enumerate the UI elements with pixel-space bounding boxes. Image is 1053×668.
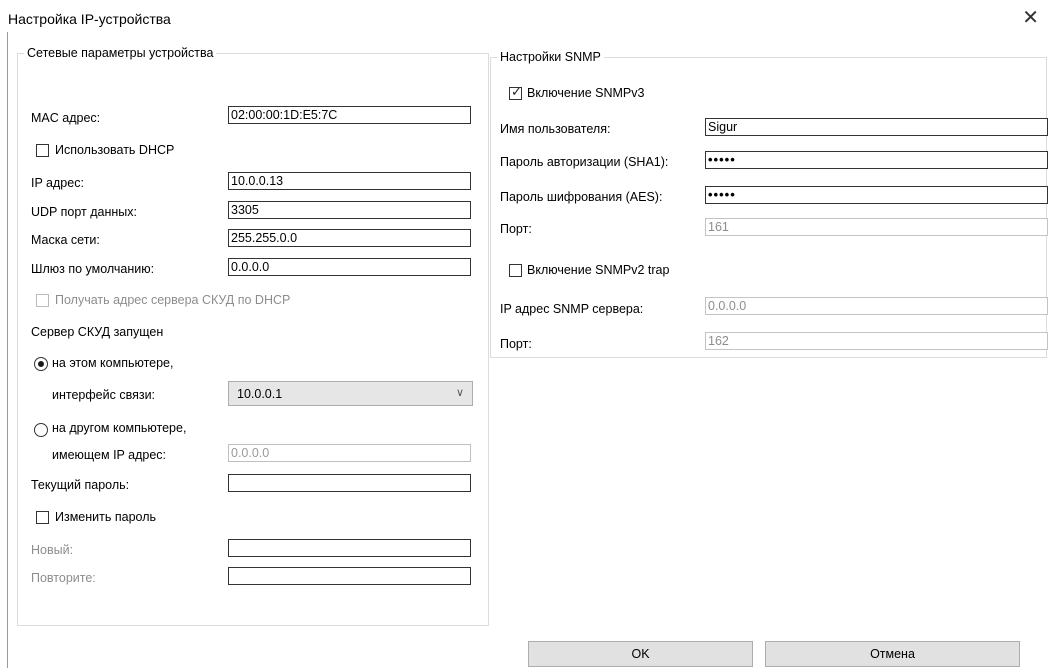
- snmp-user-label: Имя пользователя:: [500, 122, 611, 136]
- change-password-label[interactable]: Изменить пароль: [55, 510, 156, 524]
- snmp-user-field[interactable]: [705, 118, 1048, 136]
- dhcp-checkbox[interactable]: [36, 144, 49, 157]
- repeat-password-label: Повторите:: [31, 571, 96, 585]
- close-icon[interactable]: ✕: [1022, 6, 1039, 30]
- current-password-field[interactable]: [228, 474, 471, 492]
- snmp-port-field[interactable]: [705, 218, 1048, 236]
- interface-select-value: 10.0.0.1: [237, 387, 283, 401]
- snmp-group-legend: Настройки SNMP: [500, 50, 601, 64]
- snmpv3-label[interactable]: Включение SNMPv3: [527, 86, 644, 100]
- ip-label: IP адрес:: [31, 176, 84, 190]
- other-ip-label: имеющем IP адрес:: [52, 448, 166, 462]
- window-left-border: [7, 32, 8, 668]
- other-pc-label[interactable]: на другом компьютере,: [52, 421, 186, 435]
- this-pc-radio[interactable]: [34, 357, 48, 371]
- snmp-port-label: Порт:: [500, 222, 532, 236]
- ok-button[interactable]: OK: [528, 641, 753, 667]
- window-title: Настройка IP-устройства: [8, 11, 171, 27]
- repeat-password-field[interactable]: [228, 567, 471, 585]
- gateway-label: Шлюз по умолчанию:: [31, 262, 155, 276]
- current-password-label: Текущий пароль:: [31, 478, 130, 492]
- dhcp-label[interactable]: Использовать DHCP: [55, 143, 174, 157]
- cancel-button[interactable]: Отмена: [765, 641, 1020, 667]
- snmp-enc-password-field[interactable]: •••••: [705, 186, 1048, 204]
- udp-port-field[interactable]: [228, 201, 471, 219]
- mac-label: MAC адрес:: [31, 111, 101, 125]
- checkmark-icon: ✓: [511, 84, 522, 99]
- server-running-label: Сервер СКУД запущен: [31, 325, 164, 339]
- snmp-enc-label: Пароль шифрования (AES):: [500, 190, 663, 204]
- new-password-label: Новый:: [31, 543, 74, 557]
- snmpv2-trap-checkbox[interactable]: [509, 264, 522, 277]
- acs-dhcp-checkbox[interactable]: [36, 294, 49, 307]
- network-group-legend: Сетевые параметры устройства: [27, 46, 214, 60]
- snmp-port2-field[interactable]: [705, 332, 1048, 350]
- new-password-field[interactable]: [228, 539, 471, 557]
- interface-select[interactable]: 10.0.0.1 ∨: [228, 381, 473, 406]
- snmp-auth-password-field[interactable]: •••••: [705, 151, 1048, 169]
- snmp-port2-label: Порт:: [500, 337, 532, 351]
- snmpv2-trap-label[interactable]: Включение SNMPv2 trap: [527, 263, 669, 277]
- other-ip-field[interactable]: [228, 444, 471, 462]
- mask-label: Маска сети:: [31, 233, 100, 247]
- interface-label: интерфейс связи:: [52, 388, 156, 402]
- this-pc-label[interactable]: на этом компьютере,: [52, 356, 173, 370]
- other-pc-radio[interactable]: [34, 423, 48, 437]
- snmpv3-checkbox[interactable]: ✓: [509, 84, 522, 100]
- ip-field[interactable]: [228, 172, 471, 190]
- mask-field[interactable]: [228, 229, 471, 247]
- chevron-down-icon: ∨: [455, 387, 464, 399]
- snmp-server-ip-field[interactable]: [705, 297, 1048, 315]
- change-password-checkbox[interactable]: [36, 511, 49, 524]
- radio-dot-icon: [38, 361, 44, 367]
- snmp-server-ip-label: IP адрес SNMP сервера:: [500, 302, 644, 316]
- snmp-auth-label: Пароль авторизации (SHA1):: [500, 155, 669, 169]
- gateway-field[interactable]: [228, 258, 471, 276]
- udp-port-label: UDP порт данных:: [31, 205, 137, 219]
- mac-field[interactable]: [228, 106, 471, 124]
- acs-dhcp-label: Получать адрес сервера СКУД по DHCP: [55, 293, 291, 307]
